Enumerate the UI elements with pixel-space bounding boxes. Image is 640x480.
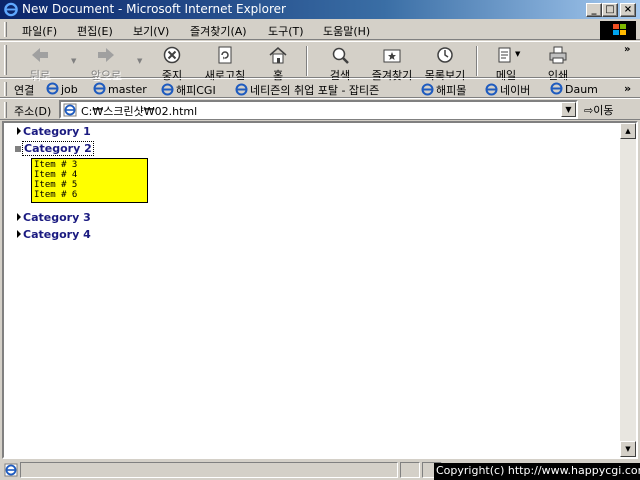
address-dropdown-icon[interactable]: ▼ bbox=[561, 102, 576, 117]
ie-page-icon bbox=[235, 83, 248, 96]
search-button[interactable]: 검색 bbox=[312, 44, 368, 82]
menu-favorites[interactable]: 즐겨찾기(A) bbox=[190, 23, 247, 39]
back-button[interactable]: 뒤로 bbox=[12, 44, 68, 82]
link-naver[interactable]: 네이버 bbox=[485, 82, 530, 98]
page-content: Category 1 Category 2 Item # 3 Item # 4 … bbox=[2, 121, 638, 459]
mail-icon bbox=[498, 47, 511, 63]
history-button[interactable]: 목록보기 bbox=[417, 44, 473, 82]
list-item[interactable]: Item # 4 bbox=[34, 170, 145, 180]
menu-bar: 파일(F) 편집(E) 보기(V) 즐겨찾기(A) 도구(T) 도움말(H) bbox=[0, 19, 640, 40]
home-button[interactable]: 홈 bbox=[250, 44, 306, 82]
ie-page-icon bbox=[63, 103, 77, 117]
category-1[interactable]: Category 1 bbox=[17, 125, 91, 138]
back-arrow-icon bbox=[32, 48, 48, 62]
minimize-button[interactable]: _ bbox=[586, 3, 602, 17]
windows-logo-icon bbox=[600, 21, 636, 40]
forward-arrow-icon bbox=[98, 48, 114, 62]
expand-arrow-icon bbox=[17, 127, 21, 135]
ie-page-icon bbox=[46, 82, 59, 95]
stop-icon bbox=[163, 46, 181, 64]
stop-button[interactable]: 중지 bbox=[144, 44, 200, 82]
ie-page-icon bbox=[485, 83, 498, 96]
ie-page-icon bbox=[161, 83, 174, 96]
toolbar-more-chevron[interactable]: » bbox=[624, 44, 630, 55]
status-text-panel bbox=[20, 462, 398, 478]
scroll-down-button[interactable]: ▼ bbox=[620, 441, 636, 457]
standard-toolbar: 뒤로 ▼ 앞으로 ▼ 중지 새로고침 홈 검색 즐겨찾기 목록보기 메일 ▼ 인… bbox=[0, 41, 640, 82]
list-item[interactable]: Item # 6 bbox=[34, 190, 145, 200]
maximize-button[interactable]: □ bbox=[602, 3, 618, 17]
toolbar-separator bbox=[306, 46, 308, 76]
browser-window: New Document - Microsoft Internet Explor… bbox=[0, 0, 640, 480]
address-value: C:₩스크린샷₩02.html bbox=[81, 105, 198, 118]
home-icon bbox=[269, 47, 287, 64]
links-bar: 연결 job master 해피CGI 네티즌의 취업 포탈 - 잡티즌 해피몰… bbox=[0, 78, 640, 98]
expand-arrow-icon bbox=[17, 213, 21, 221]
ie-page-icon bbox=[93, 82, 106, 95]
linksbar-grip[interactable] bbox=[4, 82, 7, 96]
menu-edit[interactable]: 편집(E) bbox=[77, 23, 113, 39]
menu-file[interactable]: 파일(F) bbox=[22, 23, 57, 39]
link-daum[interactable]: Daum bbox=[550, 82, 598, 96]
print-button[interactable]: 인쇄 bbox=[530, 44, 586, 82]
back-dropdown-icon[interactable]: ▼ bbox=[71, 57, 76, 65]
link-master[interactable]: master bbox=[93, 82, 147, 96]
address-label: 주소(D) bbox=[14, 105, 52, 118]
scroll-up-button[interactable]: ▲ bbox=[620, 123, 636, 139]
address-input[interactable]: C:₩스크린샷₩02.html ▼ bbox=[59, 100, 578, 119]
links-label: 연결 bbox=[14, 84, 35, 97]
vertical-scrollbar[interactable]: ▲ ▼ bbox=[620, 123, 636, 457]
close-button[interactable]: × bbox=[620, 3, 636, 17]
ie-page-icon bbox=[550, 82, 563, 95]
go-button[interactable]: ⇨이동 bbox=[584, 102, 613, 118]
link-job[interactable]: job bbox=[46, 82, 78, 96]
category-2-items: Item # 3 Item # 4 Item # 5 Item # 6 bbox=[31, 158, 148, 203]
refresh-icon bbox=[218, 46, 232, 64]
copyright-watermark: Copyright(c) http://www.happycgi.com bbox=[434, 463, 640, 480]
history-icon bbox=[437, 47, 453, 63]
page-status-icon bbox=[4, 463, 18, 477]
link-happycgi[interactable]: 해피CGI bbox=[161, 82, 216, 98]
title-bar[interactable]: New Document - Microsoft Internet Explor… bbox=[0, 0, 640, 19]
favorites-folder-icon bbox=[383, 49, 401, 63]
favorites-button[interactable]: 즐겨찾기 bbox=[364, 44, 420, 82]
forward-dropdown-icon[interactable]: ▼ bbox=[137, 57, 142, 65]
refresh-button[interactable]: 새로고침 bbox=[197, 44, 253, 82]
expanded-marker-icon bbox=[15, 146, 21, 152]
ie-logo-icon bbox=[4, 2, 18, 17]
category-4[interactable]: Category 4 bbox=[17, 228, 91, 241]
mail-dropdown-icon[interactable]: ▼ bbox=[515, 50, 520, 58]
go-arrow-icon: ⇨ bbox=[584, 104, 594, 117]
menu-tools[interactable]: 도구(T) bbox=[268, 23, 304, 39]
menubar-grip[interactable] bbox=[4, 22, 7, 37]
mail-button[interactable]: 메일 bbox=[478, 44, 534, 82]
toolbar-grip[interactable] bbox=[4, 45, 7, 75]
category-3[interactable]: Category 3 bbox=[17, 211, 91, 224]
window-title: New Document - Microsoft Internet Explor… bbox=[22, 2, 286, 16]
menu-help[interactable]: 도움말(H) bbox=[323, 23, 370, 39]
links-more-chevron[interactable]: » bbox=[624, 82, 631, 95]
address-bar: 주소(D) C:₩스크린샷₩02.html ▼ ⇨이동 bbox=[0, 98, 640, 120]
forward-button[interactable]: 앞으로 bbox=[78, 44, 134, 82]
menu-view[interactable]: 보기(V) bbox=[133, 23, 169, 39]
list-item[interactable]: Item # 5 bbox=[34, 180, 145, 190]
link-jobtizen[interactable]: 네티즌의 취업 포탈 - 잡티즌 bbox=[235, 82, 379, 98]
ie-page-icon bbox=[421, 83, 434, 96]
addressbar-grip[interactable] bbox=[4, 102, 7, 118]
category-2[interactable]: Category 2 bbox=[15, 141, 94, 156]
search-icon bbox=[332, 47, 349, 64]
link-happymall[interactable]: 해피몰 bbox=[421, 82, 466, 98]
list-item[interactable]: Item # 3 bbox=[34, 160, 145, 170]
status-panel bbox=[400, 462, 420, 478]
expand-arrow-icon bbox=[17, 230, 21, 238]
printer-icon bbox=[549, 46, 567, 64]
